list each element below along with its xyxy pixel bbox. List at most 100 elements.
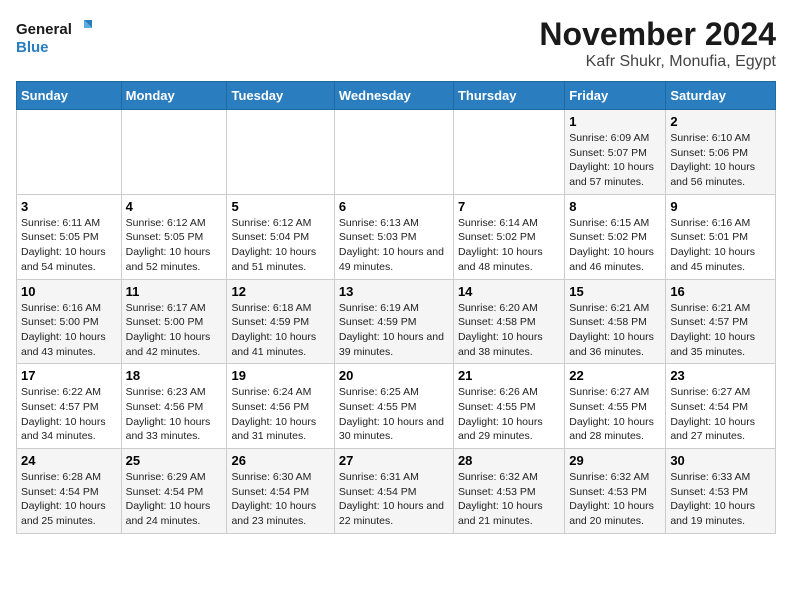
day-info: Sunrise: 6:10 AMSunset: 5:06 PMDaylight:… xyxy=(670,131,771,190)
calendar-cell: 16Sunrise: 6:21 AMSunset: 4:57 PMDayligh… xyxy=(666,279,776,364)
calendar-cell: 23 Sunrise: 6:27 AMSunset: 4:54 PMDayligh… xyxy=(666,364,776,449)
day-number: 18 xyxy=(126,368,223,383)
day-info: Sunrise: 6:22 AMSunset: 4:57 PMDaylight:… xyxy=(21,385,117,444)
calendar-cell: 13 Sunrise: 6:19 AMSunset: 4:59 PMDayligh… xyxy=(334,279,453,364)
day-info: Sunrise: 6:28 AMSunset: 4:54 PMDaylight:… xyxy=(21,470,117,529)
svg-text:Blue: Blue xyxy=(16,39,49,56)
day-number: 3 xyxy=(21,199,117,214)
weekday-header-tuesday: Tuesday xyxy=(227,82,334,110)
day-number: 6 xyxy=(339,199,449,214)
day-info: Sunrise: 6:18 AMSunset: 4:59 PMDaylight:… xyxy=(231,301,329,360)
calendar-cell: 20 Sunrise: 6:25 AMSunset: 4:55 PMDayligh… xyxy=(334,364,453,449)
day-info: Sunrise: 6:25 AMSunset: 4:55 PMDaylight:… xyxy=(339,385,449,444)
calendar-week-row: 24Sunrise: 6:28 AMSunset: 4:54 PMDayligh… xyxy=(17,449,776,534)
day-number: 5 xyxy=(231,199,329,214)
day-number: 13 xyxy=(339,284,449,299)
day-number: 7 xyxy=(458,199,560,214)
calendar-cell: 22Sunrise: 6:27 AMSunset: 4:55 PMDayligh… xyxy=(565,364,666,449)
day-info: Sunrise: 6:31 AMSunset: 4:54 PMDaylight:… xyxy=(339,470,449,529)
calendar-cell: 4 Sunrise: 6:12 AMSunset: 5:05 PMDaylight… xyxy=(121,194,227,279)
day-number: 22 xyxy=(569,368,661,383)
calendar-cell: 12 Sunrise: 6:18 AMSunset: 4:59 PMDayligh… xyxy=(227,279,334,364)
calendar-table: SundayMondayTuesdayWednesdayThursdayFrid… xyxy=(16,81,776,534)
day-info: Sunrise: 6:24 AMSunset: 4:56 PMDaylight:… xyxy=(231,385,329,444)
page-header: General Blue November 2024 Kafr Shukr, M… xyxy=(16,16,776,71)
day-info: Sunrise: 6:21 AMSunset: 4:58 PMDaylight:… xyxy=(569,301,661,360)
calendar-cell: 6 Sunrise: 6:13 AMSunset: 5:03 PMDaylight… xyxy=(334,194,453,279)
day-info: Sunrise: 6:23 AMSunset: 4:56 PMDaylight:… xyxy=(126,385,223,444)
calendar-cell: 28 Sunrise: 6:32 AMSunset: 4:53 PMDayligh… xyxy=(453,449,564,534)
calendar-cell: 7 Sunrise: 6:14 AMSunset: 5:02 PMDaylight… xyxy=(453,194,564,279)
day-number: 20 xyxy=(339,368,449,383)
day-number: 23 xyxy=(670,368,771,383)
day-info: Sunrise: 6:12 AMSunset: 5:05 PMDaylight:… xyxy=(126,216,223,275)
day-number: 8 xyxy=(569,199,661,214)
calendar-cell: 9 Sunrise: 6:16 AMSunset: 5:01 PMDaylight… xyxy=(666,194,776,279)
calendar-cell: 1Sunrise: 6:09 AMSunset: 5:07 PMDaylight… xyxy=(565,110,666,195)
day-info: Sunrise: 6:26 AMSunset: 4:55 PMDaylight:… xyxy=(458,385,560,444)
calendar-cell xyxy=(227,110,334,195)
calendar-cell: 11 Sunrise: 6:17 AMSunset: 5:00 PMDayligh… xyxy=(121,279,227,364)
day-number: 11 xyxy=(126,284,223,299)
day-info: Sunrise: 6:14 AMSunset: 5:02 PMDaylight:… xyxy=(458,216,560,275)
weekday-header-friday: Friday xyxy=(565,82,666,110)
calendar-cell: 8 Sunrise: 6:15 AMSunset: 5:02 PMDaylight… xyxy=(565,194,666,279)
title-area: November 2024 Kafr Shukr, Monufia, Egypt xyxy=(539,16,776,71)
calendar-week-row: 3 Sunrise: 6:11 AMSunset: 5:05 PMDaylight… xyxy=(17,194,776,279)
day-info: Sunrise: 6:32 AMSunset: 4:53 PMDaylight:… xyxy=(458,470,560,529)
day-number: 9 xyxy=(670,199,771,214)
day-info: Sunrise: 6:30 AMSunset: 4:54 PMDaylight:… xyxy=(231,470,329,529)
day-number: 15 xyxy=(569,284,661,299)
day-info: Sunrise: 6:15 AMSunset: 5:02 PMDaylight:… xyxy=(569,216,661,275)
day-number: 27 xyxy=(339,453,449,468)
weekday-header-thursday: Thursday xyxy=(453,82,564,110)
day-number: 29 xyxy=(569,453,661,468)
day-info: Sunrise: 6:27 AMSunset: 4:54 PMDaylight:… xyxy=(670,385,771,444)
day-info: Sunrise: 6:11 AMSunset: 5:05 PMDaylight:… xyxy=(21,216,117,275)
calendar-cell: 19 Sunrise: 6:24 AMSunset: 4:56 PMDayligh… xyxy=(227,364,334,449)
month-title: November 2024 xyxy=(539,16,776,53)
day-info: Sunrise: 6:33 AMSunset: 4:53 PMDaylight:… xyxy=(670,470,771,529)
calendar-cell: 27 Sunrise: 6:31 AMSunset: 4:54 PMDayligh… xyxy=(334,449,453,534)
calendar-cell: 18 Sunrise: 6:23 AMSunset: 4:56 PMDayligh… xyxy=(121,364,227,449)
location-subtitle: Kafr Shukr, Monufia, Egypt xyxy=(539,53,776,71)
calendar-week-row: 10 Sunrise: 6:16 AMSunset: 5:00 PMDayligh… xyxy=(17,279,776,364)
day-number: 4 xyxy=(126,199,223,214)
day-number: 19 xyxy=(231,368,329,383)
calendar-week-row: 17 Sunrise: 6:22 AMSunset: 4:57 PMDayligh… xyxy=(17,364,776,449)
calendar-cell xyxy=(334,110,453,195)
day-info: Sunrise: 6:19 AMSunset: 4:59 PMDaylight:… xyxy=(339,301,449,360)
day-number: 16 xyxy=(670,284,771,299)
calendar-cell: 10 Sunrise: 6:16 AMSunset: 5:00 PMDayligh… xyxy=(17,279,122,364)
day-number: 10 xyxy=(21,284,117,299)
calendar-cell: 17 Sunrise: 6:22 AMSunset: 4:57 PMDayligh… xyxy=(17,364,122,449)
calendar-week-row: 1Sunrise: 6:09 AMSunset: 5:07 PMDaylight… xyxy=(17,110,776,195)
weekday-header-sunday: Sunday xyxy=(17,82,122,110)
calendar-cell: 24Sunrise: 6:28 AMSunset: 4:54 PMDayligh… xyxy=(17,449,122,534)
calendar-cell: 29Sunrise: 6:32 AMSunset: 4:53 PMDayligh… xyxy=(565,449,666,534)
weekday-header-monday: Monday xyxy=(121,82,227,110)
day-number: 2 xyxy=(670,114,771,129)
day-number: 12 xyxy=(231,284,329,299)
calendar-cell: 26Sunrise: 6:30 AMSunset: 4:54 PMDayligh… xyxy=(227,449,334,534)
svg-text:General: General xyxy=(16,21,72,38)
day-info: Sunrise: 6:17 AMSunset: 5:00 PMDaylight:… xyxy=(126,301,223,360)
day-number: 14 xyxy=(458,284,560,299)
day-number: 28 xyxy=(458,453,560,468)
day-info: Sunrise: 6:12 AMSunset: 5:04 PMDaylight:… xyxy=(231,216,329,275)
day-info: Sunrise: 6:16 AMSunset: 5:01 PMDaylight:… xyxy=(670,216,771,275)
day-info: Sunrise: 6:16 AMSunset: 5:00 PMDaylight:… xyxy=(21,301,117,360)
calendar-cell: 3 Sunrise: 6:11 AMSunset: 5:05 PMDaylight… xyxy=(17,194,122,279)
day-info: Sunrise: 6:09 AMSunset: 5:07 PMDaylight:… xyxy=(569,131,661,190)
calendar-cell xyxy=(17,110,122,195)
day-number: 17 xyxy=(21,368,117,383)
day-number: 25 xyxy=(126,453,223,468)
weekday-header-row: SundayMondayTuesdayWednesdayThursdayFrid… xyxy=(17,82,776,110)
day-info: Sunrise: 6:20 AMSunset: 4:58 PMDaylight:… xyxy=(458,301,560,360)
calendar-cell: 2 Sunrise: 6:10 AMSunset: 5:06 PMDaylight… xyxy=(666,110,776,195)
day-info: Sunrise: 6:13 AMSunset: 5:03 PMDaylight:… xyxy=(339,216,449,275)
calendar-cell: 15 Sunrise: 6:21 AMSunset: 4:58 PMDayligh… xyxy=(565,279,666,364)
calendar-cell: 30Sunrise: 6:33 AMSunset: 4:53 PMDayligh… xyxy=(666,449,776,534)
calendar-cell: 14 Sunrise: 6:20 AMSunset: 4:58 PMDayligh… xyxy=(453,279,564,364)
weekday-header-saturday: Saturday xyxy=(666,82,776,110)
